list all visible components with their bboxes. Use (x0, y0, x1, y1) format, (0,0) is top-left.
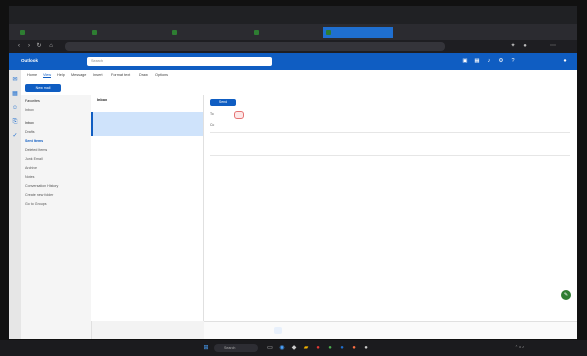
ribbon-tab-help[interactable]: Help (57, 73, 65, 77)
message-item[interactable] (91, 179, 203, 203)
folder-item-selected[interactable]: Sent Items (25, 139, 43, 143)
browser-tab[interactable] (251, 27, 319, 38)
message-list: Inbox (91, 95, 204, 321)
reload-icon[interactable]: ↻ (35, 42, 43, 51)
people-icon[interactable]: ☺ (11, 104, 19, 112)
ribbon-tab-insert[interactable]: Insert (93, 73, 103, 77)
attach-icon[interactable]: ⎘ (11, 118, 19, 126)
draft-tab-active[interactable] (274, 327, 282, 334)
app-icon[interactable]: ● (350, 344, 358, 352)
help-icon[interactable]: ? (509, 57, 517, 66)
ribbon: Home View Help Message Insert Format tex… (21, 70, 577, 96)
edge-icon[interactable]: ◉ (278, 344, 286, 352)
folder-item[interactable]: Junk Email (25, 157, 43, 161)
favicon-icon (254, 30, 259, 35)
avatar[interactable]: ● (561, 57, 569, 66)
copilot-icon[interactable]: ✎ (561, 290, 571, 300)
send-button[interactable]: Send (210, 99, 236, 106)
folder-item[interactable]: Drafts (25, 130, 35, 134)
app-icon[interactable]: ● (314, 344, 322, 352)
taskbar: ⊞ Search ▭ ◉ ◆ ▰ ● ● ● ● ● ⌃ ⌂ ♪ (0, 340, 587, 356)
ribbon-tab-home[interactable]: Home (27, 73, 37, 77)
search-input[interactable]: Search (87, 57, 272, 66)
calendar-icon[interactable]: ▦ (473, 57, 481, 66)
cc-label: Cc (210, 123, 215, 127)
address-input[interactable] (65, 42, 445, 51)
home-icon[interactable]: ⌂ (47, 42, 55, 51)
recipient-chip[interactable] (234, 111, 244, 119)
file-explorer-icon[interactable]: ▰ (302, 344, 310, 352)
browser-tab[interactable] (169, 27, 247, 38)
folder-item[interactable]: Notes (25, 175, 34, 179)
address-bar-row: ‹ › ↻ ⌂ ✦ ● ⋯ (9, 40, 577, 53)
bell-icon[interactable]: ♪ (485, 57, 493, 66)
menu-icon[interactable]: ⋯ (549, 42, 557, 51)
back-icon[interactable]: ‹ (15, 42, 23, 51)
ribbon-tab-view[interactable]: View (43, 73, 52, 78)
browser-tab[interactable] (17, 27, 85, 38)
teams-taskbar-icon[interactable]: ◆ (290, 344, 298, 352)
message-item[interactable] (91, 263, 203, 287)
outlook-header: Outlook Search ▣ ▦ ♪ ⚙ ? ● (9, 53, 577, 70)
folder-item[interactable]: Conversation History (25, 184, 58, 188)
favicon-icon (20, 30, 25, 35)
compose-pane: Send To Cc (204, 95, 577, 321)
ribbon-tab-message[interactable]: Message (71, 73, 86, 77)
app-icon[interactable]: ● (338, 344, 346, 352)
folder-pane: Favorites Inbox Inbox Drafts Sent Items … (21, 95, 92, 339)
tray-icons[interactable]: ⌃ ⌂ ♪ (515, 345, 524, 349)
message-item[interactable] (91, 145, 203, 169)
ribbon-tab-options[interactable]: Options (155, 73, 168, 77)
folder-header[interactable]: Inbox (25, 121, 34, 125)
browser-tab[interactable] (89, 27, 145, 38)
app-icon[interactable]: ● (362, 344, 370, 352)
calendar-rail-icon[interactable]: ▦ (11, 90, 19, 98)
browser-tab-strip (9, 24, 577, 40)
title-bar (9, 6, 577, 24)
app-icon[interactable]: ● (326, 344, 334, 352)
teams-icon[interactable]: ▣ (461, 57, 469, 66)
browser-window: ‹ › ↻ ⌂ ✦ ● ⋯ Outlook Search ▣ ▦ ♪ ⚙ ? ●… (9, 6, 577, 339)
folder-item[interactable]: Inbox (25, 108, 34, 112)
browser-tab-active[interactable] (323, 27, 393, 38)
divider (210, 132, 570, 133)
divider (210, 155, 570, 156)
forward-icon[interactable]: › (25, 42, 33, 51)
message-item[interactable] (91, 235, 203, 259)
taskbar-search[interactable]: Search (214, 344, 258, 352)
folder-item[interactable]: Create new folder (25, 193, 53, 197)
list-header: Inbox (97, 98, 108, 102)
draft-tabs-bar (204, 321, 577, 339)
mail-icon[interactable]: ✉ (11, 76, 19, 84)
folder-item[interactable]: Go to Groups (25, 202, 47, 206)
extensions-icon[interactable]: ✦ (509, 42, 517, 51)
favicon-icon (92, 30, 97, 35)
folder-header[interactable]: Favorites (25, 99, 40, 103)
windows-start-icon[interactable]: ⊞ (202, 344, 210, 352)
ribbon-tab-format[interactable]: Format text (111, 73, 130, 77)
folder-item[interactable]: Archive (25, 166, 37, 170)
app-brand: Outlook (21, 58, 38, 63)
message-item[interactable] (91, 207, 203, 231)
task-view-icon[interactable]: ▭ (266, 344, 274, 352)
ribbon-tab-draw[interactable]: Draw (139, 73, 148, 77)
profile-icon[interactable]: ● (521, 42, 529, 51)
new-mail-button[interactable]: New mail (25, 84, 61, 92)
app-rail: ✉ ▦ ☺ ⎘ ✓ (9, 70, 21, 339)
favicon-icon (172, 30, 177, 35)
message-item-selected[interactable] (91, 112, 203, 136)
folder-item[interactable]: Deleted Items (25, 148, 47, 152)
settings-icon[interactable]: ⚙ (497, 57, 505, 66)
to-label: To (210, 112, 214, 116)
favicon-icon (326, 30, 331, 35)
todo-icon[interactable]: ✓ (11, 132, 19, 140)
